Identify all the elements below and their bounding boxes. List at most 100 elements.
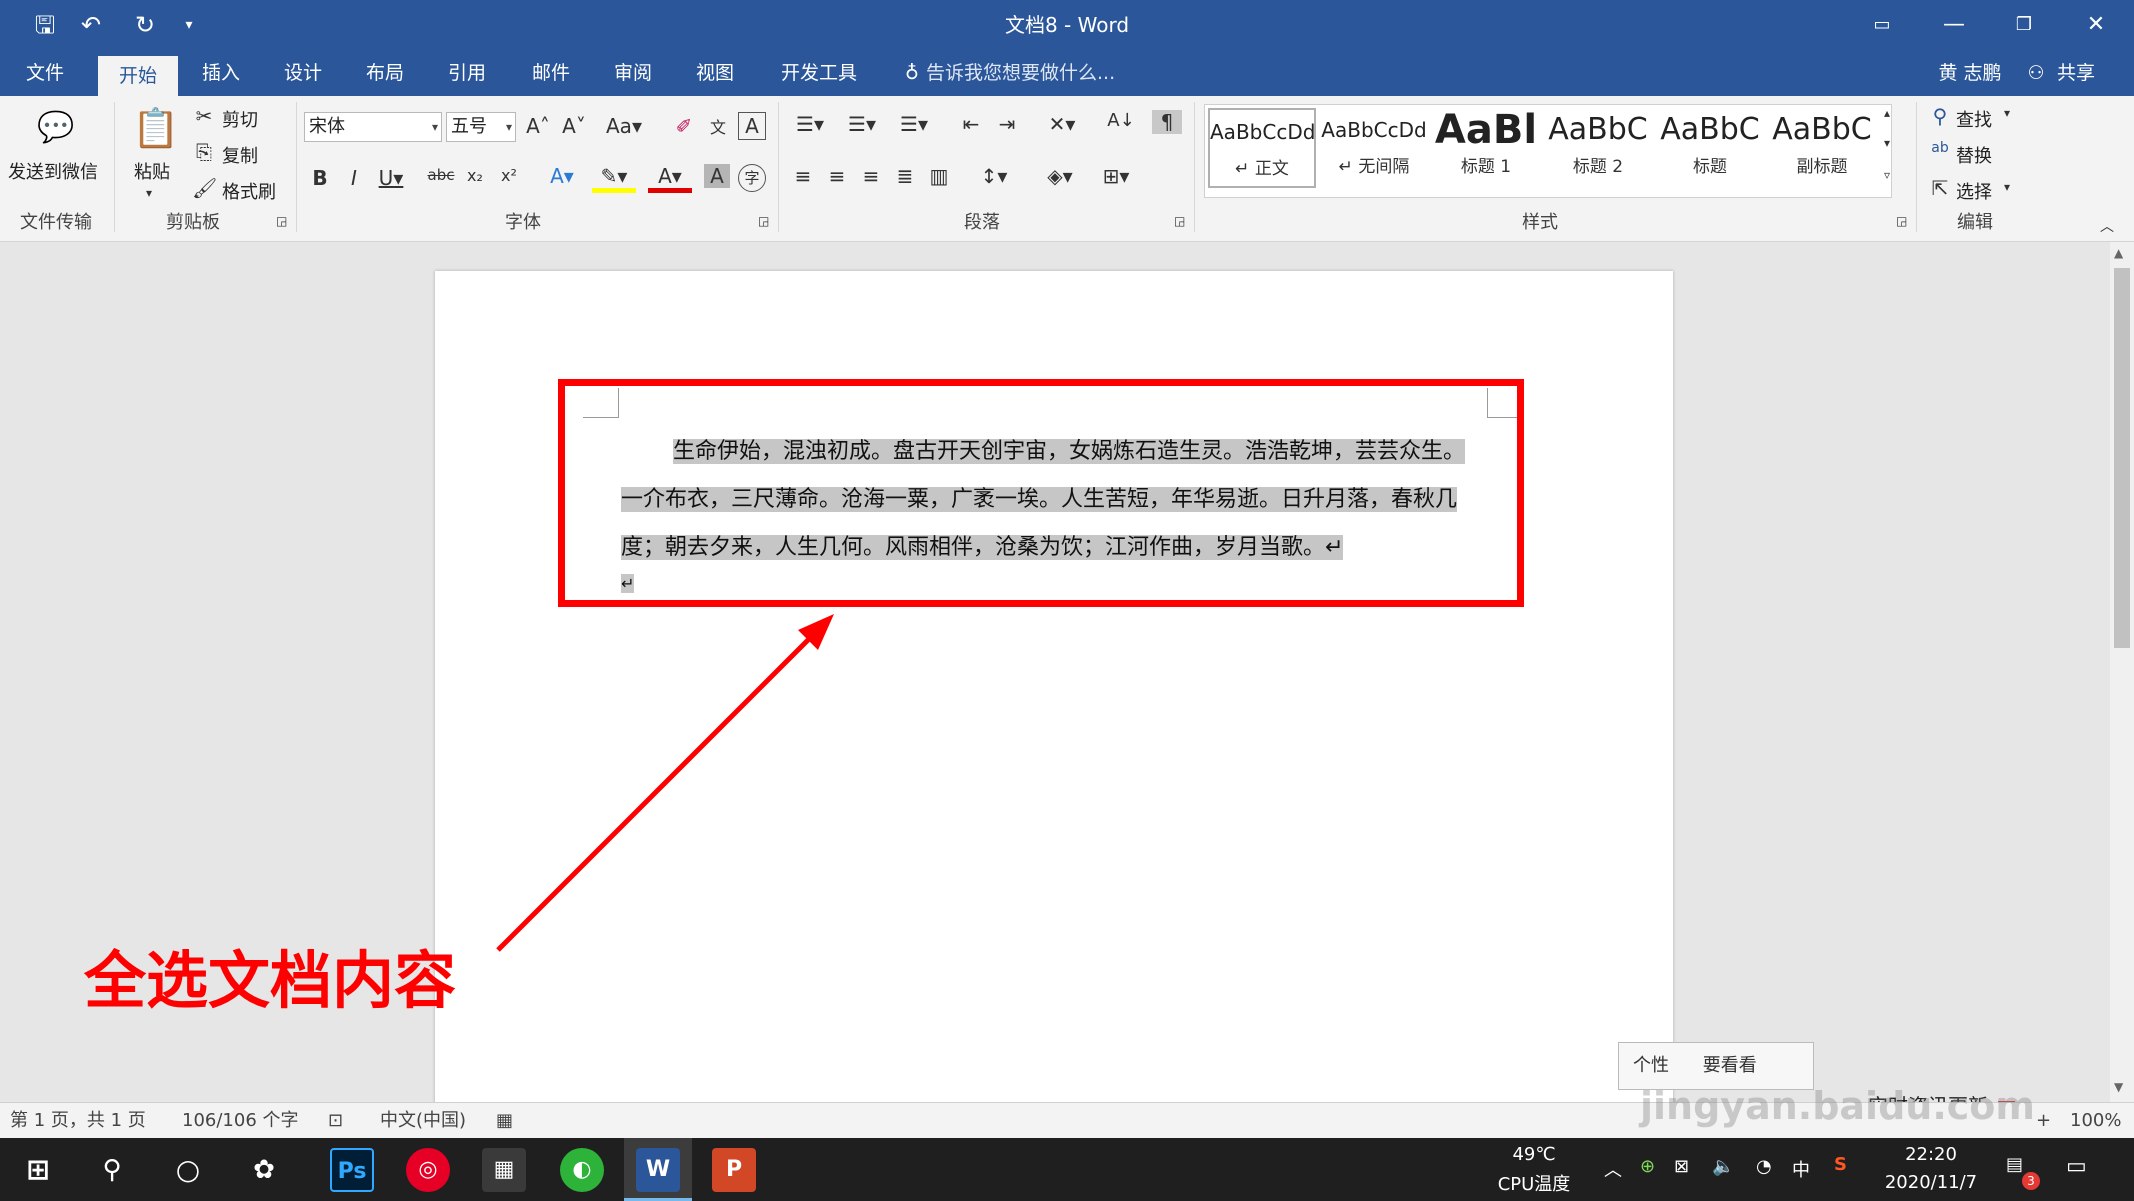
copy-button[interactable]: 复制 [222, 142, 258, 168]
justify-icon[interactable]: ≣ [890, 164, 920, 188]
shrink-font-icon[interactable]: A˅ [560, 114, 588, 138]
select-button[interactable]: 选择 [1956, 178, 1992, 204]
cortana-icon[interactable]: ○ [166, 1148, 210, 1192]
char-shading-icon[interactable]: A [704, 164, 730, 188]
styles-more-icon[interactable]: ▿ [1880, 168, 1894, 182]
style-title[interactable]: AaBbC 标题 [1656, 108, 1764, 188]
sort-icon[interactable]: A↓ [1106, 110, 1136, 131]
shading-icon[interactable]: ◈▾ [1038, 164, 1082, 188]
photoshop-icon[interactable]: Ps [330, 1148, 374, 1192]
font-name-combo[interactable]: 宋体 ▾ [304, 112, 442, 142]
scroll-down-icon[interactable]: ▼ [2114, 1080, 2123, 1094]
collapse-ribbon-icon[interactable]: ︿ [2100, 216, 2114, 236]
tab-references[interactable]: 引用 [436, 50, 498, 96]
vertical-scrollbar[interactable]: ▲ ▼ [2110, 242, 2134, 1102]
style-heading-1[interactable]: AaBl 标题 1 [1432, 108, 1540, 188]
strikethrough-icon[interactable]: abc [424, 166, 458, 184]
minimize-button[interactable]: — [1922, 0, 1986, 50]
powerpoint-icon[interactable]: P [712, 1148, 756, 1192]
page-count[interactable]: 第 1 页，共 1 页 [10, 1103, 146, 1139]
show-marks-icon[interactable]: ¶ [1152, 110, 1182, 134]
find-button[interactable]: 查找 [1956, 106, 1992, 132]
tab-view[interactable]: 视图 [684, 50, 746, 96]
char-border-icon[interactable]: A [738, 112, 766, 140]
style-no-spacing[interactable]: AaBbCcDd ↵ 无间隔 [1320, 108, 1428, 188]
decrease-indent-icon[interactable]: ⇤ [956, 112, 986, 136]
wechat-icon[interactable]: 💬 [36, 110, 76, 145]
network-disconnected-icon[interactable]: ⊠ [1674, 1156, 1689, 1177]
numbering-icon[interactable]: ☰▾ [840, 112, 884, 136]
phonetic-guide-icon[interactable]: 文 [704, 114, 732, 138]
chevron-down-icon[interactable]: ▾ [432, 113, 438, 141]
tell-me-box[interactable]: 告诉我您想要做什么... [926, 50, 1226, 96]
font-size-combo[interactable]: 五号 ▾ [446, 112, 516, 142]
enclose-char-icon[interactable]: 字 [738, 164, 766, 192]
tab-design[interactable]: 设计 [272, 50, 334, 96]
share-button[interactable]: 共享 [2050, 50, 2102, 96]
zoom-level[interactable]: 100% [2070, 1103, 2121, 1139]
search-icon[interactable]: ⚲ [90, 1148, 134, 1192]
multilevel-list-icon[interactable]: ☰▾ [892, 112, 936, 136]
tab-home[interactable]: 开始 [98, 56, 178, 96]
pinwheel-app-icon[interactable]: ✿ [242, 1148, 286, 1192]
tab-layout[interactable]: 布局 [354, 50, 416, 96]
highlight-icon[interactable]: ✎▾ [592, 164, 636, 193]
restore-button[interactable]: ❐ [1992, 0, 2056, 50]
increase-indent-icon[interactable]: ⇥ [992, 112, 1022, 136]
styles-scroll-down-icon[interactable]: ▾ [1880, 136, 1894, 150]
paste-dropdown-icon[interactable]: ▾ [146, 186, 152, 200]
sogou-ime-icon[interactable]: S [1834, 1154, 1847, 1175]
align-right-icon[interactable]: ≡ [856, 164, 886, 188]
styles-scroll-up-icon[interactable]: ▴ [1880, 106, 1894, 120]
word-icon[interactable]: W [636, 1148, 680, 1192]
chinese-layout-icon[interactable]: ✕▾ [1040, 112, 1084, 136]
superscript-icon[interactable]: x² [496, 166, 522, 185]
calculator-icon[interactable]: ▦ [482, 1148, 526, 1192]
subscript-icon[interactable]: x₂ [462, 166, 488, 185]
change-case-icon[interactable]: Aa▾ [604, 114, 644, 138]
action-center-icon[interactable]: ▭ [2066, 1154, 2087, 1179]
chevron-down-icon[interactable]: ▾ [506, 113, 512, 141]
font-color-icon[interactable]: A▾ [648, 164, 692, 193]
ime-indicator[interactable]: 中 [1792, 1156, 1810, 1182]
scroll-up-icon[interactable]: ▲ [2114, 246, 2123, 260]
borders-icon[interactable]: ⊞▾ [1094, 164, 1138, 188]
style-normal[interactable]: AaBbCcDd ↵ 正文 [1208, 108, 1316, 188]
notification-center-icon[interactable]: ▤ [2006, 1154, 2023, 1175]
font-launcher-icon[interactable]: ◲ [758, 214, 769, 228]
word-count[interactable]: 106/106 个字 [182, 1103, 299, 1139]
scroll-thumb[interactable] [2114, 268, 2130, 648]
align-center-icon[interactable]: ≡ [822, 164, 852, 188]
grow-font-icon[interactable]: A˄ [524, 114, 552, 138]
replace-button[interactable]: 替换 [1956, 142, 1992, 168]
text-effects-icon[interactable]: A▾ [542, 164, 582, 188]
zoom-plus-icon[interactable]: + [2036, 1103, 2051, 1139]
user-name[interactable]: 黄 志鹏 [1930, 50, 2010, 96]
underline-icon[interactable]: U▾ [376, 166, 406, 190]
browser-icon[interactable]: ◐ [560, 1148, 604, 1192]
chevron-down-icon[interactable]: ▾ [2004, 106, 2010, 120]
format-painter-button[interactable]: 格式刷 [222, 178, 276, 204]
chevron-down-icon[interactable]: ▾ [2004, 180, 2010, 194]
volume-icon[interactable]: 🔈 [1712, 1156, 1734, 1177]
style-subtitle[interactable]: AaBbC 副标题 [1768, 108, 1876, 188]
clock-time[interactable]: 22:20 [1876, 1144, 1986, 1165]
bullets-icon[interactable]: ☰▾ [788, 112, 832, 136]
language-status[interactable]: 中文(中国) [380, 1103, 466, 1139]
close-button[interactable]: ✕ [2064, 0, 2128, 50]
line-spacing-icon[interactable]: ↕▾ [972, 164, 1016, 188]
align-left-icon[interactable]: ≡ [788, 164, 818, 188]
windows-start-icon[interactable]: ⊞ [16, 1148, 60, 1192]
ribbon-display-icon[interactable]: ▭ [1850, 0, 1914, 50]
distributed-icon[interactable]: ▥ [924, 164, 954, 188]
netease-music-icon[interactable]: ◎ [406, 1148, 450, 1192]
style-heading-2[interactable]: AaBbC 标题 2 [1544, 108, 1652, 188]
notification-popup[interactable]: 个性 要看看 [1618, 1042, 1814, 1090]
clipboard-launcher-icon[interactable]: ◲ [276, 214, 287, 228]
tab-developer[interactable]: 开发工具 [772, 50, 866, 96]
bold-icon[interactable]: B [308, 166, 332, 190]
paragraph-launcher-icon[interactable]: ◲ [1174, 214, 1185, 228]
wifi-icon[interactable]: ◔ [1756, 1156, 1772, 1177]
tab-insert[interactable]: 插入 [190, 50, 252, 96]
clock-date[interactable]: 2020/11/7 [1876, 1172, 1986, 1193]
